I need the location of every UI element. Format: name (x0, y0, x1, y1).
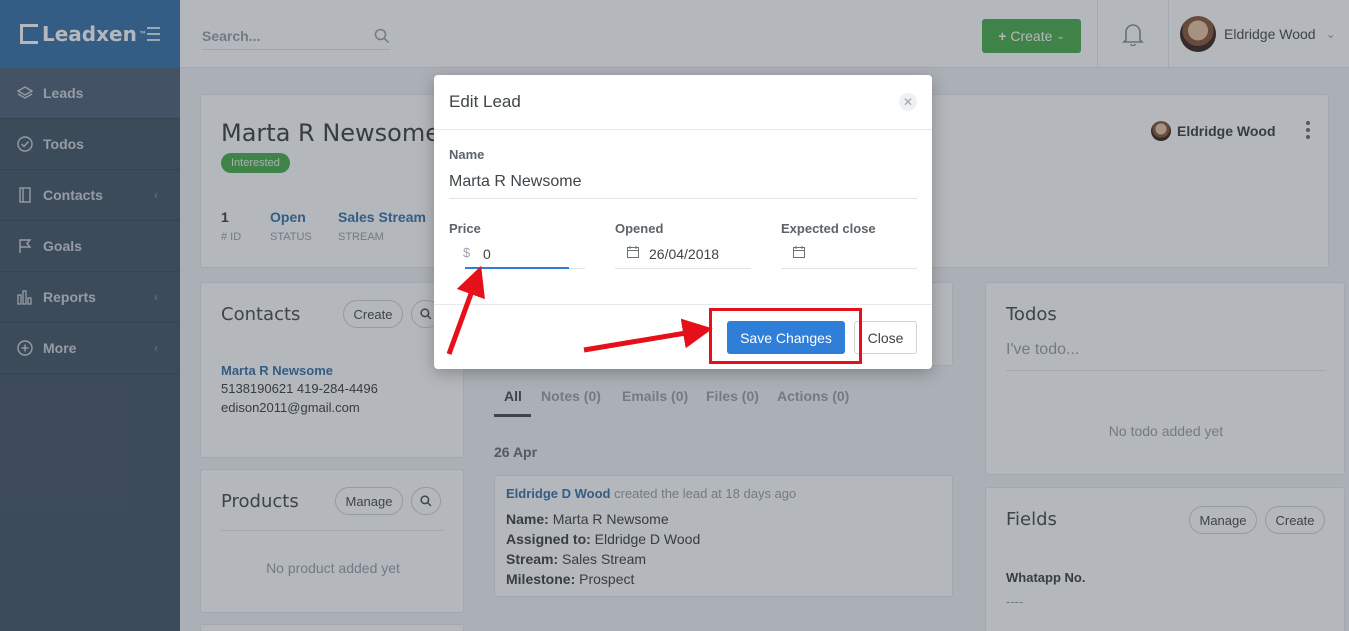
arrow-to-price (446, 265, 485, 355)
annotation-arrows (446, 265, 713, 355)
arrow-to-save (583, 318, 713, 353)
